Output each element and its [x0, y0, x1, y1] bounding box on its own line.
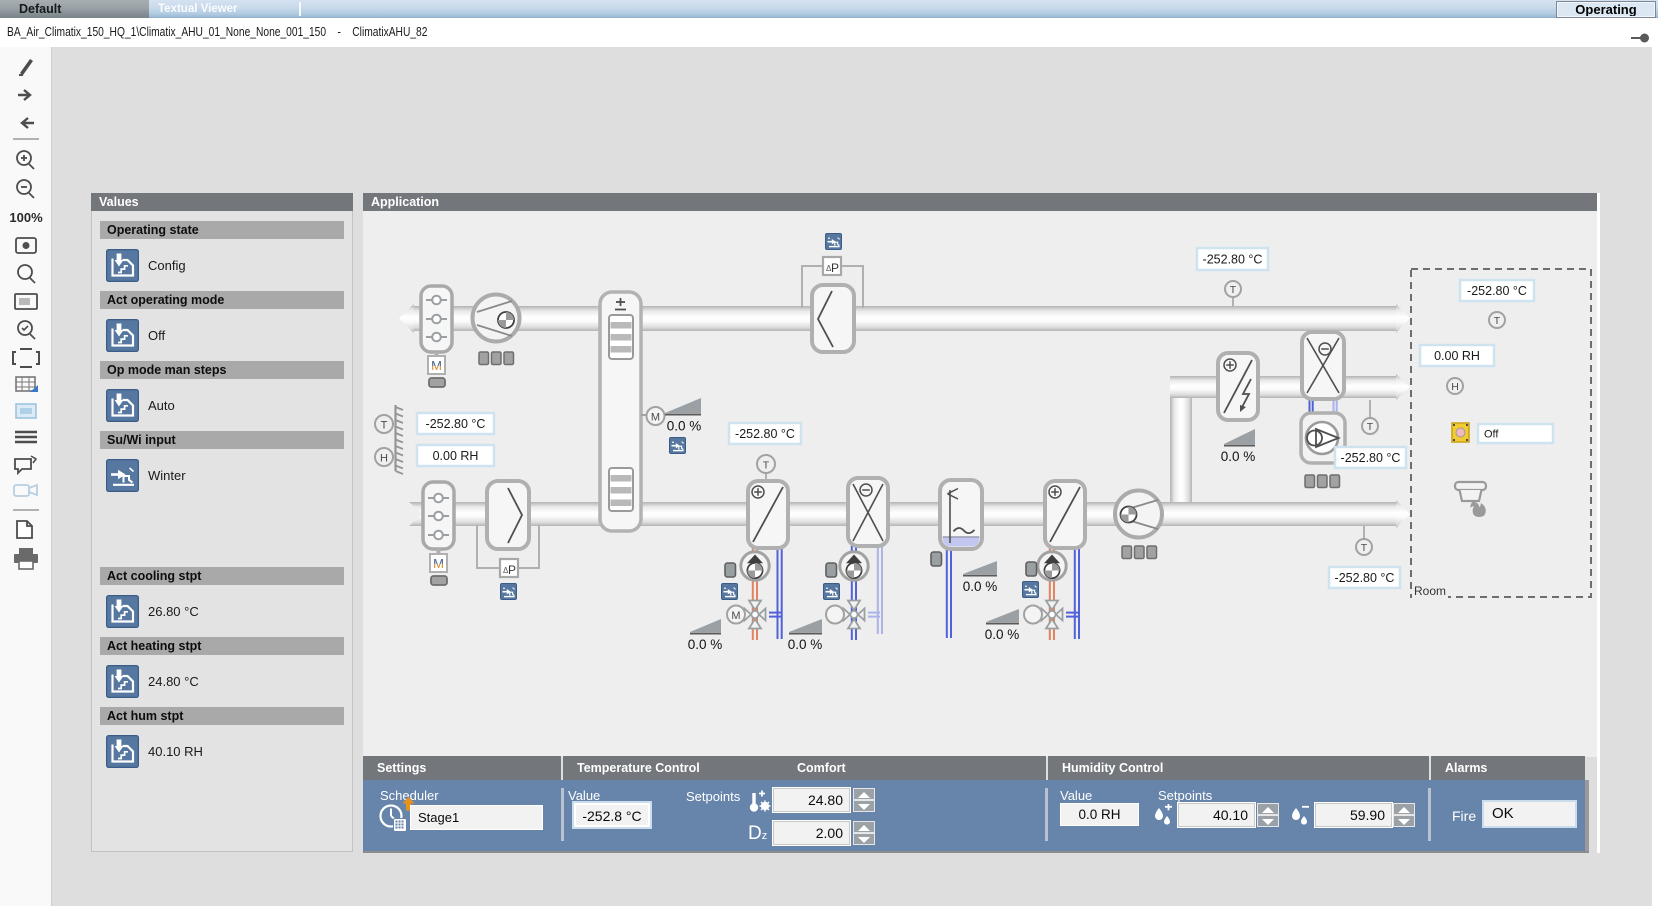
svg-text:-252.80 °C: -252.80 °C [1467, 284, 1527, 298]
svg-text:M: M [433, 556, 444, 571]
svg-text:P: P [831, 261, 839, 275]
svg-text:P: P [508, 563, 516, 577]
svg-text:0.0 %: 0.0 % [963, 579, 998, 594]
svg-text:T: T [763, 460, 770, 472]
svg-text:-252.80 °C: -252.80 °C [426, 417, 486, 431]
svg-text:Room: Room [1414, 584, 1446, 598]
svg-text:Off: Off [1484, 429, 1499, 441]
svg-text:100%: 100% [9, 210, 43, 225]
svg-text:-252.80 °C: -252.80 °C [1203, 253, 1263, 267]
svg-text:0.0 %: 0.0 % [985, 627, 1020, 642]
svg-text:0.0 %: 0.0 % [1221, 449, 1256, 464]
svg-text:T: T [381, 420, 388, 432]
svg-text:-252.80 °C: -252.80 °C [735, 427, 795, 441]
svg-text:-252.80 °C: -252.80 °C [1335, 571, 1395, 585]
svg-text:0.0 %: 0.0 % [688, 637, 723, 652]
svg-text:T: T [1494, 315, 1501, 327]
svg-text:-252.80 °C: -252.80 °C [1341, 451, 1401, 465]
svg-text:T: T [1367, 421, 1374, 433]
svg-text:T: T [1230, 284, 1237, 296]
svg-text:H: H [380, 453, 388, 465]
svg-text:0.00 RH: 0.00 RH [1434, 349, 1480, 363]
svg-text:M: M [651, 412, 660, 424]
svg-text:0.0 %: 0.0 % [788, 637, 823, 652]
svg-text:0.00 RH: 0.00 RH [433, 449, 479, 463]
svg-text:T: T [1361, 542, 1368, 554]
svg-text:H: H [1451, 381, 1459, 393]
svg-text:0.0 %: 0.0 % [667, 419, 702, 434]
svg-text:M: M [731, 610, 740, 622]
svg-text:M: M [431, 358, 442, 373]
